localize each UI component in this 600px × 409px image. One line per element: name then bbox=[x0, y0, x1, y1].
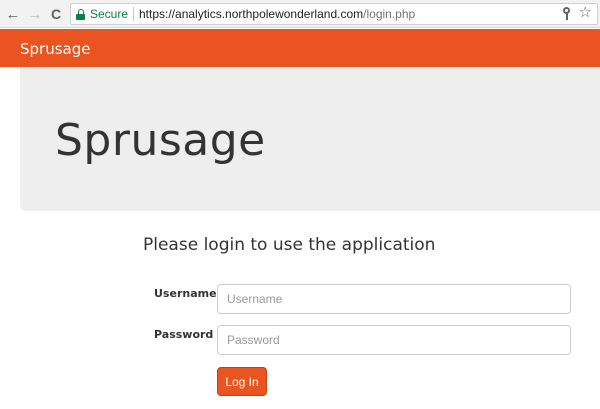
navbar: Sprusage bbox=[0, 29, 600, 67]
forward-arrow-icon[interactable]: → bbox=[26, 5, 44, 23]
navbar-brand[interactable]: Sprusage bbox=[20, 40, 90, 58]
back-arrow-icon[interactable]: ← bbox=[4, 5, 22, 23]
address-bar[interactable]: Secure https://analytics.northpolewonder… bbox=[70, 3, 598, 25]
lock-icon bbox=[76, 9, 85, 20]
browser-toolbar: ← → C Secure https://analytics.northpole… bbox=[0, 0, 600, 28]
username-input[interactable] bbox=[217, 284, 571, 314]
password-label: Password bbox=[154, 328, 214, 341]
key-icon[interactable] bbox=[561, 7, 573, 21]
username-label: Username bbox=[154, 287, 217, 300]
secure-indicator: Secure bbox=[90, 7, 129, 21]
url-path: /login.php bbox=[363, 7, 416, 21]
url-host: https://analytics.northpolewonderland.co… bbox=[139, 7, 364, 21]
jumbotron: Sprusage bbox=[20, 67, 600, 211]
bookmark-star-icon[interactable]: ☆ bbox=[579, 5, 592, 20]
reload-icon[interactable]: C bbox=[47, 5, 65, 23]
login-button[interactable]: Log In bbox=[217, 367, 267, 396]
url-text[interactable]: https://analytics.northpolewonderland.co… bbox=[139, 7, 415, 21]
login-heading: Please login to use the application bbox=[143, 235, 436, 255]
page-title: Sprusage bbox=[55, 115, 266, 166]
password-input[interactable] bbox=[217, 325, 571, 355]
omnibox-divider bbox=[133, 7, 134, 21]
